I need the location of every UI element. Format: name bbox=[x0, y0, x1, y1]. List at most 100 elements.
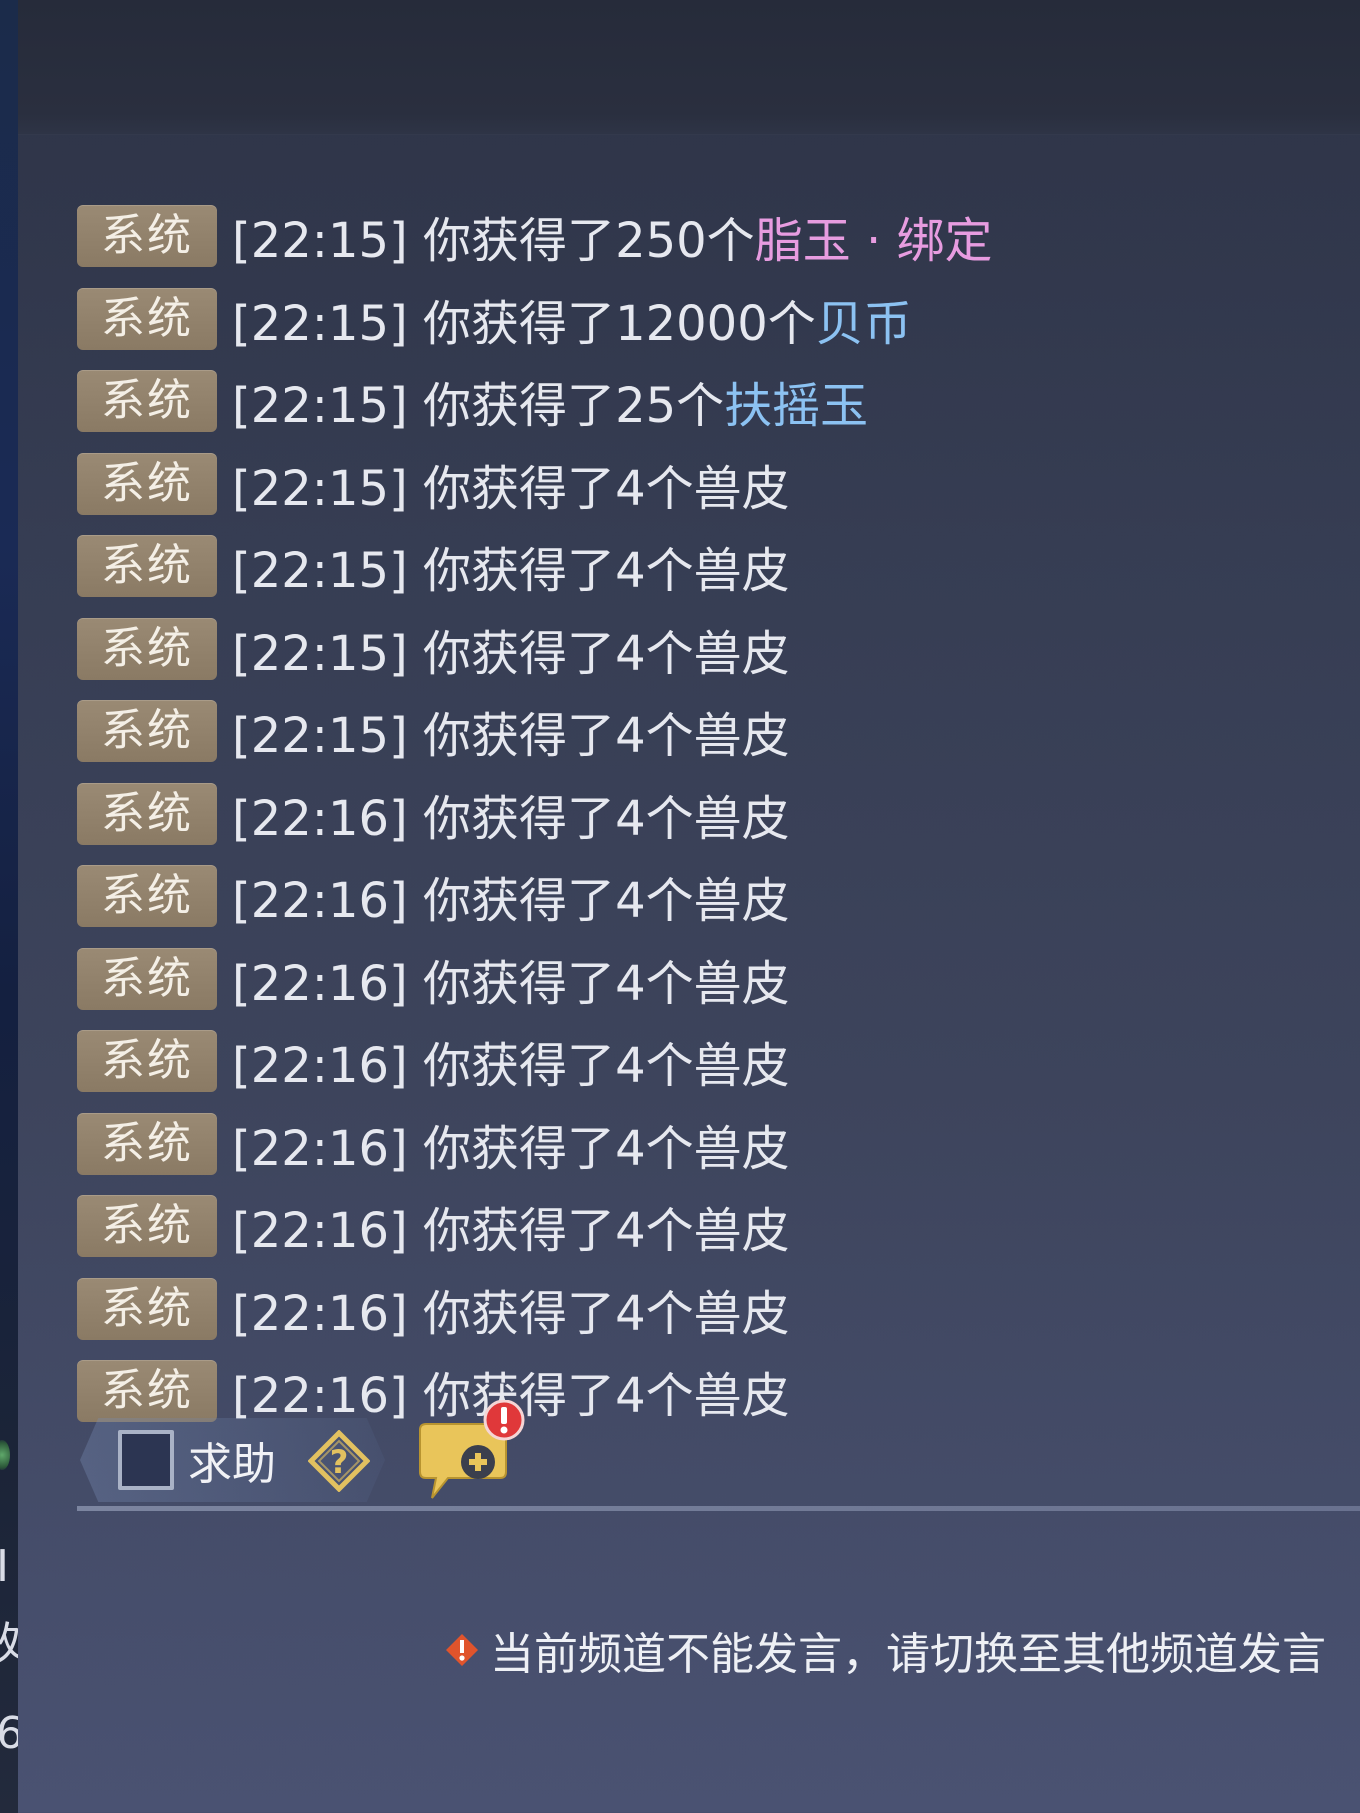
message-quantity: 4个 bbox=[615, 708, 694, 765]
item-link[interactable]: 兽皮 bbox=[694, 543, 790, 599]
chat-bubble-plus-icon[interactable] bbox=[414, 1400, 526, 1505]
message-time: [22:16] bbox=[232, 1285, 408, 1342]
item-link[interactable]: 兽皮 bbox=[694, 1286, 790, 1342]
system-tag[interactable]: 系统 bbox=[77, 1030, 217, 1093]
message-quantity: 4个 bbox=[615, 625, 694, 682]
chat-message[interactable]: 系统 [22:15] 你获得了25个扶摇玉 bbox=[77, 365, 1347, 448]
help-checkbox[interactable] bbox=[118, 1430, 174, 1490]
message-time: [22:15] bbox=[232, 625, 408, 682]
message-time: [22:16] bbox=[232, 873, 408, 930]
message-prefix: 你获得了 bbox=[423, 873, 616, 930]
message-quantity: 4个 bbox=[615, 873, 694, 930]
warning-icon bbox=[446, 1634, 478, 1666]
message-text: [22:16] 你获得了4个兽皮 bbox=[232, 944, 790, 1014]
message-time: [22:16] bbox=[232, 1203, 408, 1260]
message-quantity: 25个 bbox=[615, 378, 725, 435]
chat-message[interactable]: 系统 [22:15] 你获得了250个脂玉 · 绑定 bbox=[77, 200, 1347, 283]
item-link[interactable]: 兽皮 bbox=[694, 791, 790, 847]
message-text: [22:16] 你获得了4个兽皮 bbox=[232, 1191, 790, 1261]
question-diamond-icon[interactable]: ? bbox=[308, 1430, 370, 1492]
system-tag[interactable]: 系统 bbox=[77, 947, 217, 1010]
message-quantity: 4个 bbox=[615, 1368, 694, 1425]
system-tag[interactable]: 系统 bbox=[77, 1195, 217, 1258]
item-link[interactable]: 兽皮 bbox=[694, 1121, 790, 1177]
edge-glyph: 处 bbox=[0, 1622, 18, 1666]
chat-message[interactable]: 系统 [22:15] 你获得了12000个贝币 bbox=[77, 283, 1347, 366]
message-prefix: 你获得了 bbox=[423, 1285, 616, 1342]
message-time: [22:15] bbox=[232, 295, 408, 352]
chat-message[interactable]: 系统 [22:16] 你获得了4个兽皮 bbox=[77, 1025, 1347, 1108]
left-edge-panel: I 处 6 bbox=[0, 0, 18, 1813]
item-link[interactable]: 贝币 bbox=[816, 296, 912, 352]
item-link[interactable]: 兽皮 bbox=[694, 873, 790, 929]
message-text: [22:15] 你获得了25个扶摇玉 bbox=[232, 366, 868, 436]
message-quantity: 4个 bbox=[615, 460, 694, 517]
message-text: [22:15] 你获得了4个兽皮 bbox=[232, 614, 790, 684]
system-tag[interactable]: 系统 bbox=[77, 452, 217, 515]
message-text: [22:15] 你获得了4个兽皮 bbox=[232, 449, 790, 519]
message-time: [22:16] bbox=[232, 955, 408, 1012]
item-link[interactable]: 兽皮 bbox=[694, 1203, 790, 1259]
message-prefix: 你获得了 bbox=[423, 460, 616, 517]
system-tag[interactable]: 系统 bbox=[77, 535, 217, 598]
message-time: [22:16] bbox=[232, 1038, 408, 1095]
chat-message[interactable]: 系统 [22:16] 你获得了4个兽皮 bbox=[77, 860, 1347, 943]
system-tag[interactable]: 系统 bbox=[77, 1112, 217, 1175]
chat-message[interactable]: 系统 [22:15] 你获得了4个兽皮 bbox=[77, 530, 1347, 613]
help-toggle[interactable]: 求助 ? bbox=[80, 1412, 385, 1508]
message-time: [22:15] bbox=[232, 543, 408, 600]
item-link[interactable]: 脂玉 · 绑定 bbox=[755, 213, 993, 269]
item-link[interactable]: 兽皮 bbox=[694, 1368, 790, 1424]
message-prefix: 你获得了 bbox=[423, 295, 616, 352]
item-link[interactable]: 扶摇玉 bbox=[724, 378, 868, 434]
message-prefix: 你获得了 bbox=[423, 625, 616, 682]
chat-message-list[interactable]: 系统 [22:15] 你获得了250个脂玉 · 绑定 系统 [22:15] 你获得了1… bbox=[77, 200, 1347, 1438]
chat-message[interactable]: 系统 [22:16] 你获得了4个兽皮 bbox=[77, 778, 1347, 861]
chat-message[interactable]: 系统 [22:16] 你获得了4个兽皮 bbox=[77, 1273, 1347, 1356]
message-text: [22:16] 你获得了4个兽皮 bbox=[232, 1026, 790, 1096]
message-prefix: 你获得了 bbox=[423, 543, 616, 600]
message-quantity: 4个 bbox=[615, 1285, 694, 1342]
chat-message[interactable]: 系统 [22:15] 你获得了4个兽皮 bbox=[77, 613, 1347, 696]
message-quantity: 4个 bbox=[615, 1203, 694, 1260]
system-tag[interactable]: 系统 bbox=[77, 782, 217, 845]
message-text: [22:15] 你获得了4个兽皮 bbox=[232, 696, 790, 766]
input-divider bbox=[77, 1506, 1360, 1511]
item-link[interactable]: 兽皮 bbox=[694, 626, 790, 682]
item-link[interactable]: 兽皮 bbox=[694, 956, 790, 1012]
system-tag[interactable]: 系统 bbox=[77, 865, 217, 928]
item-link[interactable]: 兽皮 bbox=[694, 1038, 790, 1094]
message-text: [22:16] 你获得了4个兽皮 bbox=[232, 1274, 790, 1344]
channel-notice: 当前频道不能发言，请切换至其他频道发言 bbox=[444, 1618, 1360, 1682]
message-prefix: 你获得了 bbox=[423, 790, 616, 847]
notice-text: 当前频道不能发言，请切换至其他频道发言 bbox=[490, 1629, 1326, 1680]
message-time: [22:15] bbox=[232, 378, 408, 435]
message-text: [22:16] 你获得了4个兽皮 bbox=[232, 779, 790, 849]
chat-header bbox=[18, 0, 1360, 135]
chat-message[interactable]: 系统 [22:16] 你获得了4个兽皮 bbox=[77, 1108, 1347, 1191]
message-quantity: 250个 bbox=[615, 213, 755, 270]
svg-text:?: ? bbox=[330, 1443, 349, 1481]
system-tag[interactable]: 系统 bbox=[77, 370, 217, 433]
message-time: [22:16] bbox=[232, 790, 408, 847]
message-quantity: 4个 bbox=[615, 543, 694, 600]
chat-message[interactable]: 系统 [22:16] 你获得了4个兽皮 bbox=[77, 943, 1347, 1026]
message-text: [22:16] 你获得了4个兽皮 bbox=[232, 861, 790, 931]
chat-message[interactable]: 系统 [22:15] 你获得了4个兽皮 bbox=[77, 695, 1347, 778]
system-tag[interactable]: 系统 bbox=[77, 205, 217, 268]
message-quantity: 12000个 bbox=[615, 295, 816, 352]
exclamation-badge-icon bbox=[483, 1400, 525, 1441]
chat-message[interactable]: 系统 [22:16] 你获得了4个兽皮 bbox=[77, 1190, 1347, 1273]
item-link[interactable]: 兽皮 bbox=[694, 461, 790, 517]
leaf-decoration bbox=[0, 1440, 10, 1470]
message-text: [22:15] 你获得了250个脂玉 · 绑定 bbox=[232, 201, 992, 271]
message-text: [22:16] 你获得了4个兽皮 bbox=[232, 1109, 790, 1179]
system-tag[interactable]: 系统 bbox=[77, 287, 217, 350]
message-prefix: 你获得了 bbox=[423, 708, 616, 765]
system-tag[interactable]: 系统 bbox=[77, 700, 217, 763]
message-prefix: 你获得了 bbox=[423, 1038, 616, 1095]
system-tag[interactable]: 系统 bbox=[77, 1277, 217, 1340]
chat-message[interactable]: 系统 [22:15] 你获得了4个兽皮 bbox=[77, 448, 1347, 531]
item-link[interactable]: 兽皮 bbox=[694, 708, 790, 764]
system-tag[interactable]: 系统 bbox=[77, 617, 217, 680]
